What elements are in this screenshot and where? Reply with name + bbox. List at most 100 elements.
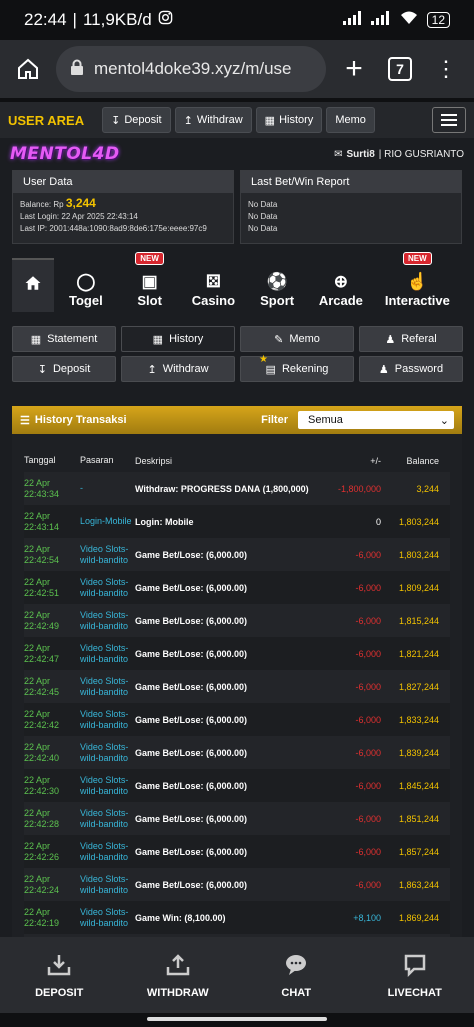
row-amount: -6,000 (355, 747, 381, 758)
user-icon: ♟ (385, 333, 396, 346)
row-amount: -6,000 (355, 615, 381, 626)
withdraw-tab[interactable]: ↥ Withdraw (121, 356, 235, 382)
withdraw-button[interactable]: ↥ Withdraw (174, 107, 252, 133)
table-row: 22 Apr 22:43:14 Login-Mobile Login: Mobile 0… (24, 505, 450, 538)
row-date: 22 Apr 22:42:51 (24, 576, 60, 598)
crosshair-icon: ⊕ (333, 272, 348, 291)
last-bet-panel: Last Bet/Win Report No Data No Data No D… (240, 170, 462, 244)
row-amount: -6,000 (355, 846, 381, 857)
rekening-button[interactable]: ★ ▤ Rekening (240, 354, 354, 382)
withdraw-icon: ↥ (183, 114, 193, 127)
table-row: 22 Apr 22:42:54 Video Slots-wild-bandito Ga… (24, 538, 450, 571)
calendar-icon: ▦ (30, 333, 42, 346)
row-amount: -1,800,000 (337, 483, 381, 494)
row-market: Video Slots-wild-bandito (80, 774, 129, 796)
soccer-ball-icon: ⚽ (266, 272, 288, 291)
table-row: 22 Apr 22:42:40 Video Slots-wild-bandito Ga… (24, 736, 450, 769)
history-tab[interactable]: ▦ History (121, 326, 235, 352)
last-login: Last Login: 22 Apr 2025 22:43:14 (20, 212, 138, 221)
new-badge: NEW (135, 252, 164, 265)
row-description: Game Bet/Lose: (6,000.00) (135, 813, 248, 824)
nav-interactive[interactable]: NEW ☝ Interactive (373, 252, 462, 312)
bottom-deposit-button[interactable]: DEPOSIT (0, 937, 119, 1013)
row-description: Game Bet/Lose: (6,000.00) (135, 648, 248, 659)
nav-casino[interactable]: ⚄ Casino (182, 258, 246, 312)
bottom-withdraw-button[interactable]: WITHDRAW (119, 937, 238, 1013)
browser-toolbar: mentol4doke39.xyz/m/use + 7 ⋮ (0, 40, 474, 98)
new-tab-icon[interactable]: + (336, 51, 372, 87)
referal-button[interactable]: ♟ Referal (359, 326, 463, 352)
category-nav: ◯ Togel NEW ▣ Slot ⚄ Casino ⚽ Sport ⊕ Ar… (0, 252, 474, 312)
history-header: ☰ History Transaksi Filter Semua ⌄ (12, 406, 462, 434)
signal-icon (342, 10, 363, 30)
nav-togel[interactable]: ◯ Togel (54, 258, 118, 312)
password-button[interactable]: ♟ Password (359, 356, 463, 382)
row-balance: 1,845,244 (398, 780, 439, 791)
row-date: 22 Apr 22:43:14 (24, 510, 60, 532)
row-market: Video Slots-wild-bandito (80, 543, 129, 565)
bottom-nav: DEPOSIT WITHDRAW CHAT LIVECHAT (0, 937, 474, 1013)
edit-icon: ✎ (274, 333, 284, 346)
table-row: 22 Apr 22:42:26 Video Slots-wild-bandito Ga… (24, 835, 450, 868)
row-date: 22 Apr 22:42:28 (24, 807, 60, 829)
site-logo[interactable]: MENTOL4D (10, 144, 120, 164)
nav-slot[interactable]: NEW ▣ Slot (118, 252, 182, 312)
bottom-livechat-button[interactable]: LIVECHAT (356, 937, 474, 1013)
row-market: Video Slots-wild-bandito (80, 708, 129, 730)
last-bet-item: No Data (248, 224, 278, 233)
row-balance: 1,833,244 (398, 714, 439, 725)
star-icon: ★ (259, 354, 268, 365)
row-market: Video Slots-wild-bandito (80, 840, 129, 862)
filter-select[interactable]: Semua ⌄ (298, 411, 454, 429)
clock: 22:44 (24, 10, 67, 29)
row-date: 22 Apr 22:42:42 (24, 708, 60, 730)
home-icon[interactable] (10, 51, 46, 87)
touch-icon: ☝ (406, 272, 428, 291)
deposit-icon: ↧ (37, 363, 47, 376)
deposit-button[interactable]: ↧ Deposit (102, 107, 171, 133)
row-balance: 1,803,244 (398, 549, 439, 560)
nav-home[interactable] (12, 258, 54, 312)
row-balance: 1,803,244 (398, 516, 439, 527)
row-date: 22 Apr 22:42:30 (24, 774, 60, 796)
bottom-chat-button[interactable]: CHAT (237, 937, 356, 1013)
row-amount: -6,000 (355, 549, 381, 560)
nav-sport[interactable]: ⚽ Sport (245, 258, 309, 312)
menu-icon[interactable] (432, 107, 466, 133)
statement-button[interactable]: ▦ Statement (12, 326, 116, 352)
network-speed: 11,9KB/d (82, 10, 152, 29)
table-header: Tanggal Pasaran Deskripsi +/- Balance (24, 455, 439, 466)
row-balance: 3,244 (416, 483, 439, 494)
row-date: 22 Apr 22:43:34 (24, 477, 60, 499)
battery-icon: 12 (426, 12, 450, 28)
history-button[interactable]: ▦ History (255, 107, 323, 133)
user-info: ✉ Surti8 | RIO GUSRIANTO (334, 149, 464, 160)
message-icon (402, 952, 428, 981)
url-bar[interactable]: mentol4doke39.xyz/m/use (56, 46, 326, 92)
user-data-panel: User Data Balance: Rp 3,244 Last Login: … (12, 170, 234, 244)
row-description: Game Bet/Lose: (6,000.00) (135, 846, 248, 857)
table-row: 22 Apr 22:42:51 Video Slots-wild-bandito Ga… (24, 571, 450, 604)
logo-row: MENTOL4D ✉ Surti8 | RIO GUSRIANTO (0, 138, 474, 170)
tab-switcher[interactable]: 7 (382, 51, 418, 87)
nav-arcade[interactable]: ⊕ Arcade (309, 258, 373, 312)
chat-bubble-icon (283, 952, 309, 981)
row-description: Game Bet/Lose: (6,000.00) (135, 615, 248, 626)
row-amount: -6,000 (355, 780, 381, 791)
row-amount: 0 (375, 516, 381, 527)
more-icon[interactable]: ⋮ (428, 51, 464, 87)
user-area-title: USER AREA (8, 112, 85, 128)
memo-button[interactable]: Memo (326, 107, 375, 133)
memo-tab[interactable]: ✎ Memo (240, 326, 354, 352)
signal-icon-2 (370, 10, 391, 30)
user-icon: ♟ (378, 363, 389, 376)
row-market: Video Slots-wild-bandito (80, 642, 129, 664)
status-bar: 22:44 | 11,9KB/d 12 (0, 0, 474, 40)
row-description: Game Bet/Lose: (6,000.00) (135, 681, 248, 692)
row-market: Video Slots-wild-bandito (80, 807, 129, 829)
deposit-tab[interactable]: ↧ Deposit (12, 356, 116, 382)
row-amount: -6,000 (355, 681, 381, 692)
username: Surti8 (346, 148, 375, 160)
account-menu: ▦ Statement ▦ History ✎ Memo ♟ Referal ↧ Depo… (0, 326, 474, 382)
table-row: 22 Apr 22:42:47 Video Slots-wild-bandito Ga… (24, 637, 450, 670)
